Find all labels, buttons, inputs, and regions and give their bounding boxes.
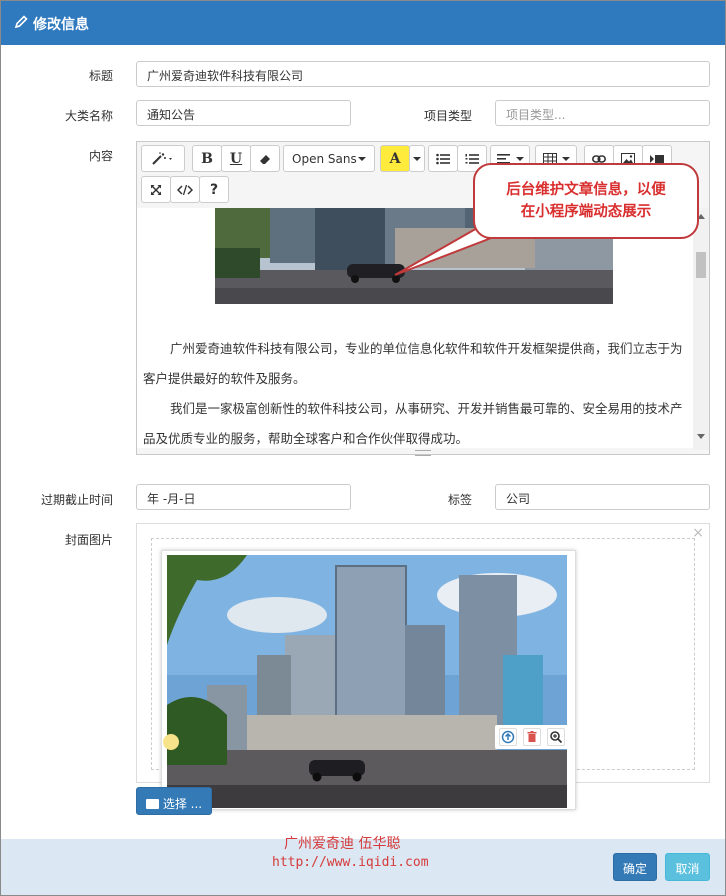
project-type-input[interactable]: 项目类型... (495, 100, 710, 126)
unordered-list-button[interactable] (428, 145, 458, 172)
dialog-title: 修改信息 (33, 17, 89, 33)
cover-image (167, 555, 567, 808)
tags-input[interactable]: 公司 (495, 484, 710, 510)
link-icon (592, 154, 606, 163)
numbered-list-icon (465, 153, 479, 164)
font-family-value: Open Sans (292, 151, 357, 166)
bold-button[interactable]: B (192, 145, 222, 172)
category-label: 大类名称 (64, 109, 113, 123)
callout-line: 在小程序端动态展示 (520, 203, 652, 220)
expiry-date-input[interactable]: 年 -月-日 (136, 484, 351, 510)
content-label: 内容 (88, 149, 113, 163)
code-icon (177, 184, 193, 195)
zoom-icon[interactable] (547, 728, 565, 746)
select-file-label: 选择 ... (162, 797, 203, 811)
watermark-name: 广州爱奇迪 伍华聪 (284, 836, 401, 852)
cover-label: 封面图片 (64, 533, 113, 547)
project-type-label: 项目类型 (423, 109, 472, 123)
magic-wand-icon (152, 151, 172, 165)
eraser-icon (260, 154, 270, 164)
bullet-list-icon (436, 153, 450, 164)
title-input[interactable]: 广州爱奇迪软件科技有限公司 (136, 61, 710, 87)
callout-line: 后台维护文章信息，以便 (506, 181, 666, 198)
cover-action-bar (495, 725, 569, 749)
editor-scrollbar[interactable] (693, 208, 709, 450)
dialog-titlebar: 修改信息 (1, 1, 725, 45)
confirm-button[interactable]: 确定 (613, 853, 657, 881)
category-input[interactable]: 通知公告 (136, 100, 351, 126)
delete-icon[interactable] (523, 728, 541, 746)
caret-down-icon (413, 156, 421, 161)
drag-handle-icon[interactable] (163, 734, 179, 750)
caret-down-icon (561, 156, 570, 161)
scrollbar-thumb[interactable] (696, 252, 706, 278)
fullscreen-icon (151, 184, 161, 195)
cover-upload-box: × (136, 523, 710, 810)
watermark-url: http://www.iqidi.com (272, 855, 429, 870)
code-view-button[interactable] (170, 176, 200, 203)
expiry-label: 过期截止时间 (40, 493, 113, 507)
callout-note: 后台维护文章信息，以便 在小程序端动态展示 (473, 163, 699, 239)
video-icon (650, 154, 664, 163)
folder-open-icon (145, 799, 159, 809)
editor-paragraph: 我们是一家极富创新性的软件科技公司，从事研究、开发并销售最可靠的、安全易用的技术… (143, 401, 683, 446)
tags-label: 标签 (447, 493, 472, 507)
title-label: 标题 (88, 69, 113, 83)
select-file-button[interactable]: 选择 ... (136, 787, 212, 815)
fullscreen-button[interactable] (141, 176, 171, 203)
font-family-dropdown[interactable]: Open Sans (283, 145, 375, 172)
scroll-down-icon (697, 434, 705, 439)
upload-icon[interactable] (499, 728, 517, 746)
help-button[interactable]: ? (199, 176, 229, 203)
caret-down-icon (358, 157, 366, 161)
underline-button[interactable]: U (221, 145, 251, 172)
editor-paragraph: 广州爱奇迪软件科技有限公司，专业的单位信息化软件和软件开发框架提供商，我们立志于… (143, 341, 683, 386)
caret-down-icon (515, 156, 524, 161)
highlight-color-button[interactable]: A (380, 145, 410, 172)
editor-resize-handle[interactable] (415, 450, 431, 456)
style-magic-button[interactable] (141, 145, 185, 172)
eraser-button[interactable] (250, 145, 280, 172)
remove-cover-icon[interactable]: × (692, 525, 704, 541)
edit-dialog: 修改信息 标题 广州爱奇迪软件科技有限公司 大类名称 通知公告 项目类型 项目类… (0, 0, 726, 896)
pencil-icon (14, 15, 28, 29)
cancel-button[interactable]: 取消 (665, 853, 710, 881)
color-dropdown-button[interactable] (409, 145, 425, 172)
